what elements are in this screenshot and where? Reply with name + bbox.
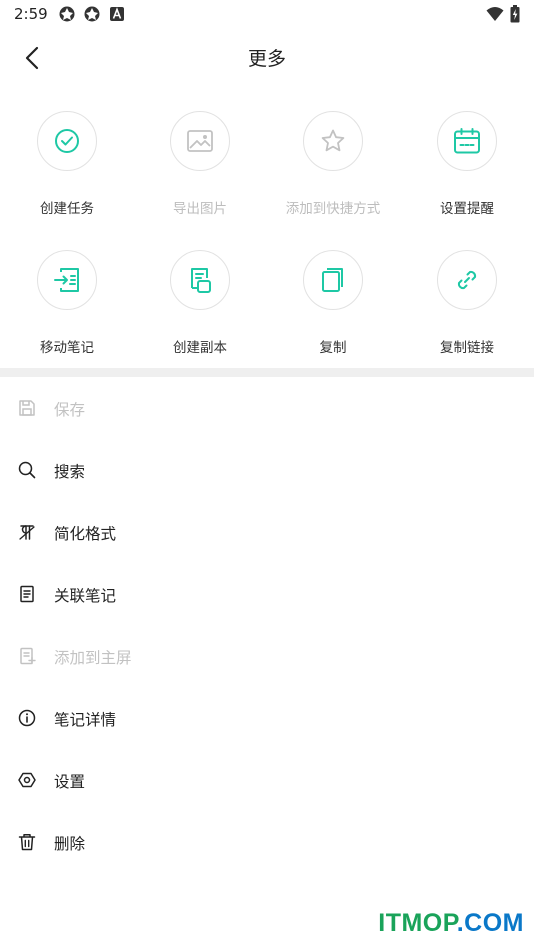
- set-reminder-button[interactable]: 设置提醒: [400, 108, 534, 218]
- create-task-button[interactable]: 创建任务: [0, 108, 134, 218]
- add-shortcut-button[interactable]: 添加到快捷方式: [266, 108, 400, 218]
- menu-item-linked-note[interactable]: 关联笔记: [0, 563, 534, 625]
- grid-label: 创建任务: [40, 201, 94, 217]
- section-divider: [0, 368, 534, 377]
- copy-button[interactable]: 复制: [266, 247, 400, 357]
- grid-label: 复制链接: [440, 340, 494, 356]
- icon-circle: [37, 111, 97, 171]
- icon-circle: [437, 250, 497, 310]
- info-icon: [18, 709, 36, 727]
- create-copy-button[interactable]: 创建副本: [133, 247, 267, 357]
- a-notification-icon: [110, 7, 124, 21]
- menu-label: 设置: [54, 773, 86, 791]
- clear-format-icon: [19, 525, 35, 540]
- menu-label: 关联笔记: [54, 587, 117, 605]
- grid-label: 添加到快捷方式: [285, 201, 381, 217]
- grid-label: 移动笔记: [40, 340, 94, 356]
- icon-circle: [37, 250, 97, 310]
- calendar-icon: [454, 128, 480, 154]
- search-icon: [18, 461, 36, 479]
- move-note-button[interactable]: 移动笔记: [0, 247, 134, 357]
- icon-circle: [303, 250, 363, 310]
- action-grid-row: 创建任务 导出图片 添加到快捷方式 设置提醒: [0, 108, 534, 218]
- menu-item-save[interactable]: 保存: [0, 377, 534, 439]
- settings-icon: [18, 772, 36, 788]
- app-notification-icon: [84, 6, 100, 22]
- trash-icon: [18, 834, 36, 851]
- watermark-text-b: .COM: [456, 909, 524, 937]
- menu-label: 搜索: [54, 463, 86, 481]
- duplicate-note-icon: [191, 268, 211, 293]
- grid-label: 复制: [319, 340, 347, 356]
- grid-label: 导出图片: [173, 201, 227, 217]
- move-note-icon: [54, 268, 79, 292]
- icon-circle: [437, 111, 497, 171]
- grid-label: 创建副本: [173, 340, 227, 356]
- link-icon: [457, 270, 477, 290]
- icon-circle: [170, 111, 230, 171]
- menu-label: 添加到主屏: [54, 649, 132, 667]
- check-circle-icon: [55, 129, 79, 153]
- export-image-button[interactable]: 导出图片: [133, 108, 267, 218]
- wifi-icon: [486, 7, 504, 21]
- menu-item-add-to-home[interactable]: 添加到主屏: [0, 625, 534, 687]
- menu-item-settings[interactable]: 设置: [0, 749, 534, 811]
- menu-label: 笔记详情: [54, 711, 117, 729]
- app-notification-icon: [59, 6, 75, 22]
- watermark-logo: ITMOP.COM: [378, 909, 524, 938]
- battery-charging-icon: [510, 5, 520, 23]
- copy-icon: [322, 268, 343, 292]
- menu-item-simplify-format[interactable]: 简化格式: [0, 501, 534, 563]
- status-right: [486, 5, 520, 23]
- copy-link-button[interactable]: 复制链接: [400, 247, 534, 357]
- icon-circle: [303, 111, 363, 171]
- header: 更多: [0, 30, 534, 86]
- image-icon: [187, 130, 213, 152]
- status-bar: 2:59: [0, 0, 534, 28]
- page-title: 更多: [247, 48, 286, 70]
- star-icon: [321, 129, 345, 152]
- menu-item-search[interactable]: 搜索: [0, 439, 534, 501]
- icon-circle: [170, 250, 230, 310]
- save-icon: [19, 400, 35, 416]
- grid-label: 设置提醒: [440, 201, 494, 217]
- menu-item-delete[interactable]: 删除: [0, 811, 534, 873]
- status-time: 2:59: [14, 5, 48, 23]
- add-to-home-icon: [20, 647, 36, 665]
- menu-label: 简化格式: [54, 525, 117, 543]
- menu-label: 保存: [54, 401, 86, 419]
- menu-item-note-details[interactable]: 笔记详情: [0, 687, 534, 749]
- action-grid-row: 移动笔记 创建副本 复制 复制链接: [0, 247, 534, 357]
- linked-note-icon: [20, 585, 34, 603]
- menu-label: 删除: [54, 835, 86, 853]
- watermark-text-a: ITMOP: [378, 909, 457, 937]
